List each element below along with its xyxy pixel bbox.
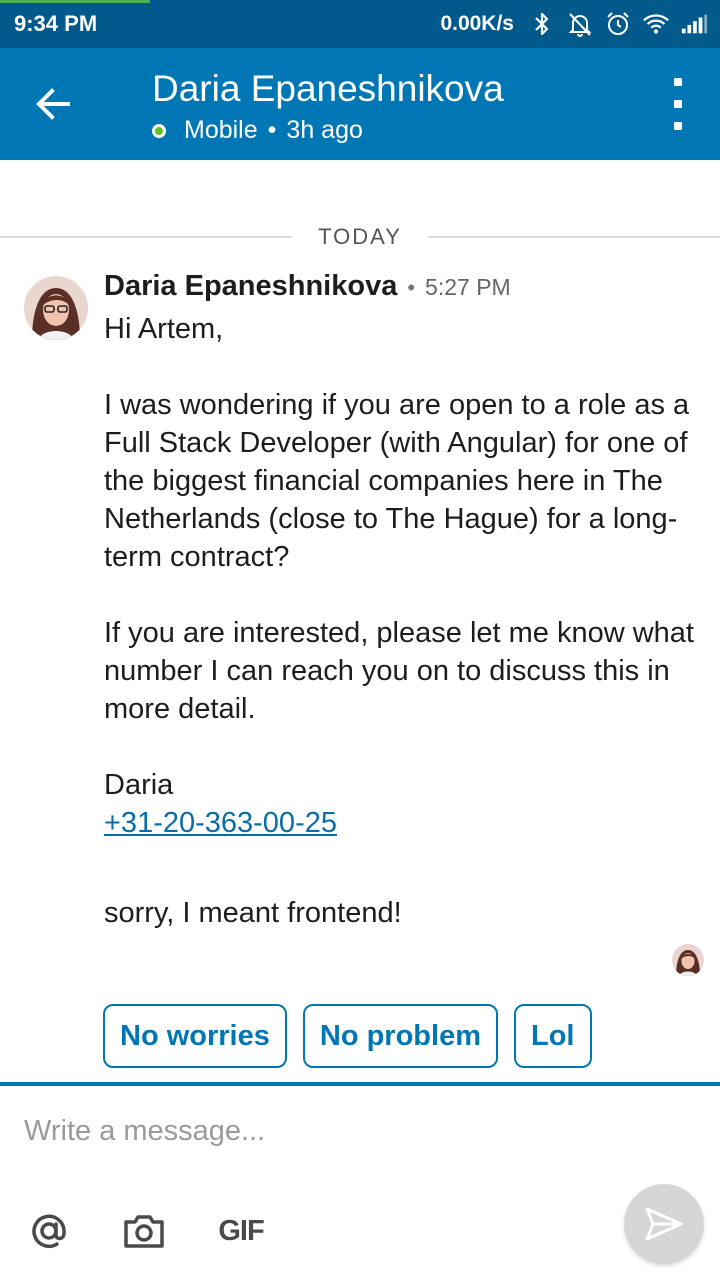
date-divider-label: TODAY (318, 224, 402, 249)
bluetooth-icon (528, 10, 556, 38)
message-paragraph: I was wondering if you are open to a rol… (104, 389, 690, 573)
more-options-button[interactable] (666, 78, 690, 130)
divider-line (428, 236, 720, 238)
message-paragraph: If you are interested, please let me kno… (104, 617, 694, 725)
message-input[interactable] (0, 1086, 720, 1186)
notifications-off-icon (566, 10, 594, 38)
message-signature: Daria (104, 769, 174, 801)
sender-avatar[interactable] (24, 276, 88, 340)
status-icons: 0.00K/s (440, 9, 708, 39)
mention-button[interactable] (24, 1204, 74, 1258)
overflow-dot (674, 78, 682, 86)
divider-line (0, 236, 292, 238)
message-header: Daria Epaneshnikova • 5:27 PM (104, 270, 511, 303)
sender-name[interactable]: Daria Epaneshnikova (104, 270, 397, 303)
smart-reply-lol[interactable]: Lol (514, 1004, 592, 1068)
back-button[interactable] (22, 76, 86, 132)
message-timestamp: 5:27 PM (425, 274, 511, 300)
arrow-back-icon (36, 88, 70, 120)
presence-separator: • (267, 116, 277, 144)
message-greeting: Hi Artem, (104, 313, 224, 345)
gif-button[interactable]: GIF (214, 1204, 268, 1258)
alarm-icon (604, 10, 632, 38)
online-indicator-icon (152, 123, 166, 138)
presence-device: Mobile (184, 116, 258, 144)
status-time: 9:34 PM (14, 11, 98, 36)
status-progress-indicator (0, 0, 150, 3)
followup-message: sorry, I meant frontend! (104, 897, 402, 929)
message-meta-separator: • (407, 275, 416, 300)
send-button[interactable] (624, 1184, 704, 1264)
overflow-dot (674, 100, 682, 108)
smart-reply-no-problem[interactable]: No problem (302, 1004, 498, 1068)
read-receipt-avatar (672, 944, 704, 976)
status-bar: 9:34 PM 0.00K/s (0, 0, 720, 48)
phone-number-link[interactable]: +31-20-363-00-25 (104, 807, 337, 839)
smart-replies: No worries No problem Lol (103, 1004, 592, 1068)
send-icon (645, 1207, 683, 1241)
camera-icon (124, 1215, 164, 1248)
conversation-header: Daria Epaneshnikova Mobile • 3h ago (0, 48, 720, 160)
last-seen: 3h ago (286, 116, 363, 144)
wifi-icon (642, 10, 670, 38)
overflow-dot (674, 122, 682, 130)
composer-toolbar: GIF (0, 1196, 720, 1266)
presence-status: Mobile • 3h ago (152, 116, 363, 145)
smart-reply-no-worries[interactable]: No worries (103, 1004, 287, 1068)
camera-button[interactable] (120, 1204, 168, 1258)
at-sign-icon (32, 1214, 66, 1249)
network-speed: 0.00K/s (440, 12, 514, 35)
contact-name[interactable]: Daria Epaneshnikova (152, 68, 504, 110)
message-body: Hi Artem, I was wondering if you are ope… (104, 310, 704, 842)
signal-icon (680, 10, 708, 38)
date-divider: TODAY (0, 222, 720, 252)
